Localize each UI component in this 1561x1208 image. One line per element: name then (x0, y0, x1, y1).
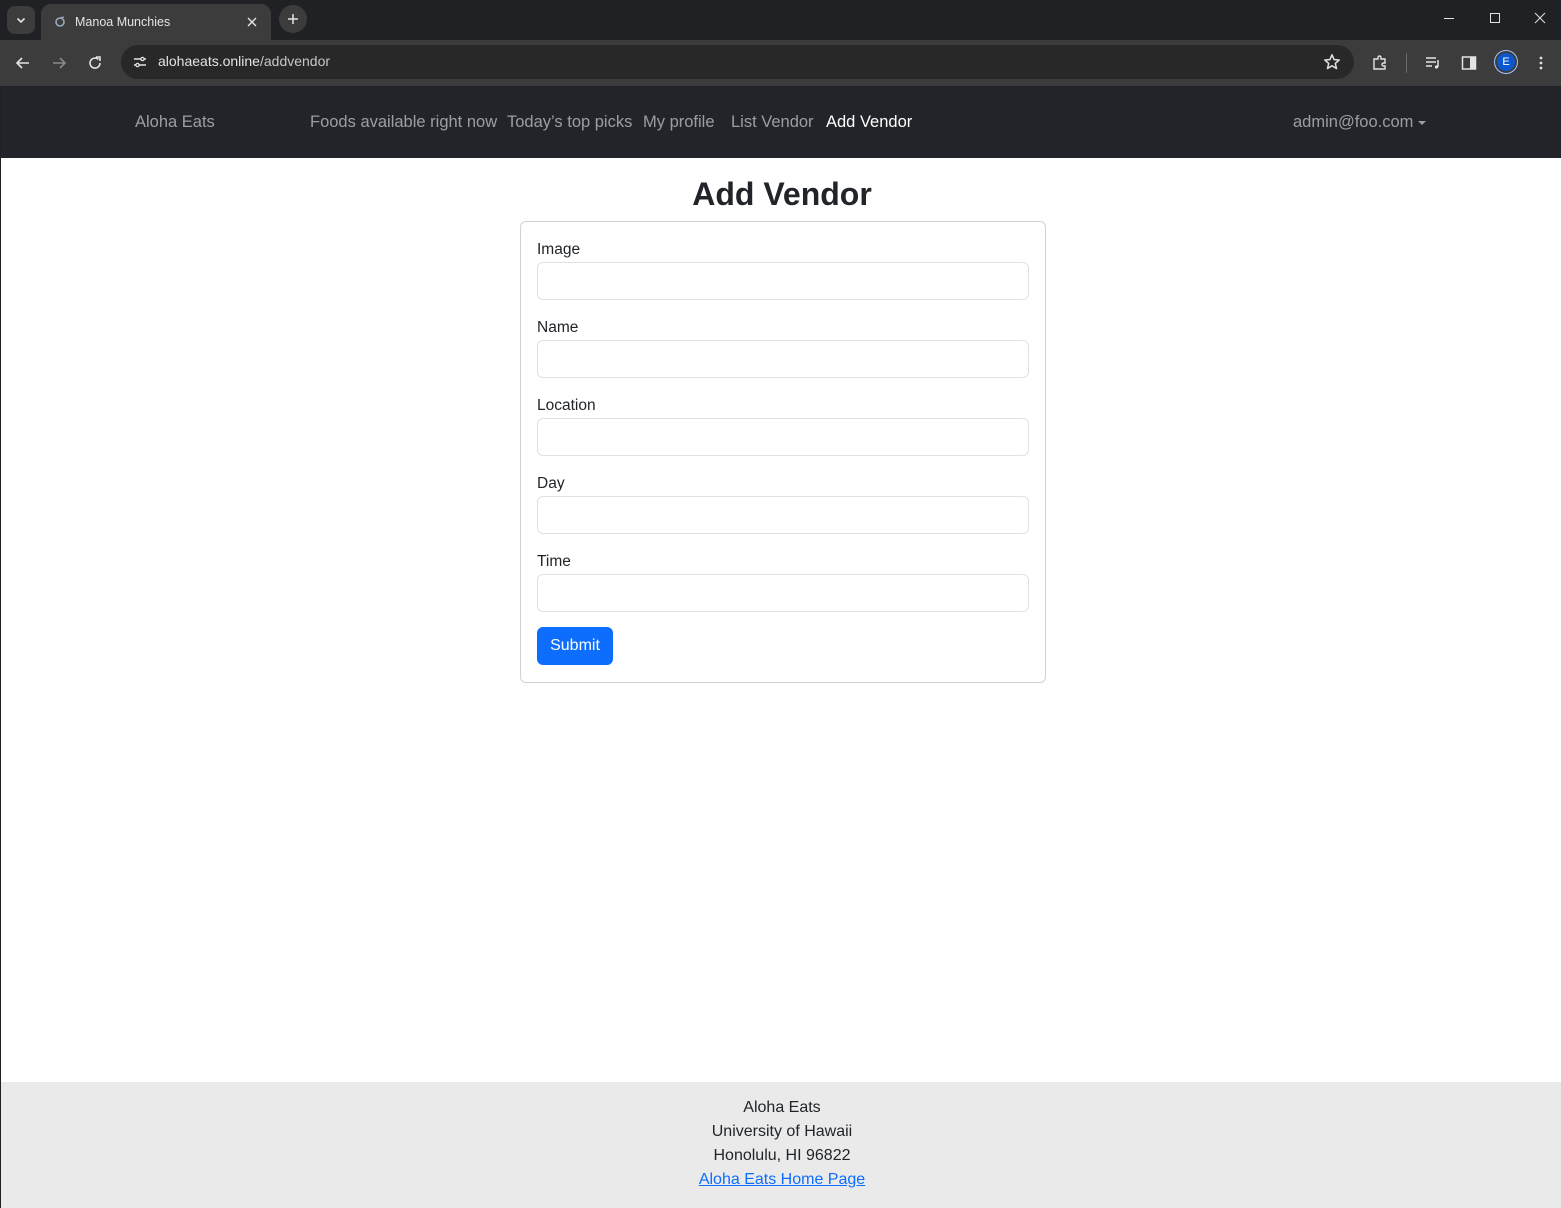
forward-button[interactable] (43, 47, 75, 79)
minimize-icon (1444, 18, 1454, 19)
nav-link-add-vendor[interactable]: Add Vendor (826, 113, 912, 132)
browser-menu-button[interactable] (1525, 47, 1557, 79)
side-panel-icon (1461, 56, 1477, 70)
user-dropdown[interactable]: admin@foo.com (1293, 113, 1427, 132)
footer-address: Honolulu, HI 96822 (713, 1147, 851, 1164)
location-label: Location (537, 397, 596, 414)
arrow-right-icon (53, 57, 67, 69)
add-vendor-form: Image Name Location Day Time Submit (520, 221, 1046, 683)
close-icon (1534, 12, 1546, 24)
caret-down-icon (1418, 120, 1427, 125)
name-input[interactable] (537, 340, 1029, 378)
page-viewport: Aloha Eats Foods available right now Tod… (1, 86, 1561, 1208)
extensions-button[interactable] (1364, 47, 1396, 79)
site-favicon-icon (53, 15, 67, 29)
url-text: alohaeats.online/addvendor (158, 53, 330, 69)
minimize-button[interactable] (1426, 0, 1472, 36)
puzzle-icon (1373, 55, 1386, 70)
location-input[interactable] (537, 418, 1029, 456)
toolbar-separator (1406, 53, 1407, 73)
url-path: /addvendor (259, 53, 331, 69)
tab-search-button[interactable] (7, 6, 35, 34)
profile-avatar[interactable]: E (1495, 51, 1517, 73)
browser-tabstrip: Manoa Munchies (0, 0, 1561, 40)
site-info-icon[interactable] (127, 49, 153, 75)
user-email: admin@foo.com (1293, 113, 1414, 131)
nav-link-my-profile[interactable]: My profile (643, 113, 715, 132)
plus-icon (288, 14, 298, 24)
time-label: Time (537, 553, 571, 570)
side-panel-button[interactable] (1453, 47, 1485, 79)
time-input[interactable] (537, 574, 1029, 612)
day-input[interactable] (537, 496, 1029, 534)
browser-tab-active[interactable]: Manoa Munchies (41, 4, 271, 40)
name-label: Name (537, 319, 579, 336)
url-host: alohaeats.online (158, 53, 260, 69)
reload-button[interactable] (79, 47, 111, 79)
new-tab-button[interactable] (279, 5, 307, 33)
close-window-button[interactable] (1517, 0, 1561, 36)
day-label: Day (537, 475, 565, 492)
more-vertical-icon (1539, 56, 1543, 70)
site-footer: Aloha Eats University of Hawaii Honolulu… (1, 1082, 1561, 1208)
submit-button[interactable]: Submit (537, 627, 613, 665)
footer-link-row: Aloha Eats Home Page (1, 1171, 1561, 1189)
tab-close-icon[interactable] (243, 13, 261, 31)
media-queue-icon (1426, 57, 1439, 69)
page-title: Add Vendor (692, 176, 872, 212)
media-controls-button[interactable] (1417, 47, 1449, 79)
footer-home-link[interactable]: Aloha Eats Home Page (699, 1171, 865, 1188)
site-navbar: Aloha Eats Foods available right now Tod… (1, 86, 1561, 158)
browser-toolbar: alohaeats.online/addvendor E (0, 40, 1561, 86)
navbar-brand[interactable]: Aloha Eats (135, 113, 215, 132)
arrow-left-icon (15, 57, 29, 69)
maximize-button[interactable] (1472, 0, 1518, 36)
nav-link-foods-available[interactable]: Foods available right now (310, 113, 497, 132)
nav-link-top-picks[interactable]: Today’s top picks (507, 113, 632, 132)
chevron-down-icon (16, 17, 26, 24)
image-label: Image (537, 241, 581, 258)
reload-icon (89, 56, 101, 69)
image-input[interactable] (537, 262, 1029, 300)
back-button[interactable] (7, 47, 39, 79)
tab-title: Manoa Munchies (75, 15, 171, 29)
footer-university: University of Hawaii (711, 1123, 853, 1140)
maximize-icon (1490, 13, 1500, 23)
address-bar[interactable]: alohaeats.online/addvendor (121, 45, 1354, 79)
bookmark-star-icon[interactable] (1322, 52, 1342, 72)
nav-link-list-vendor[interactable]: List Vendor (731, 113, 814, 132)
footer-org-name: Aloha Eats (743, 1099, 821, 1116)
